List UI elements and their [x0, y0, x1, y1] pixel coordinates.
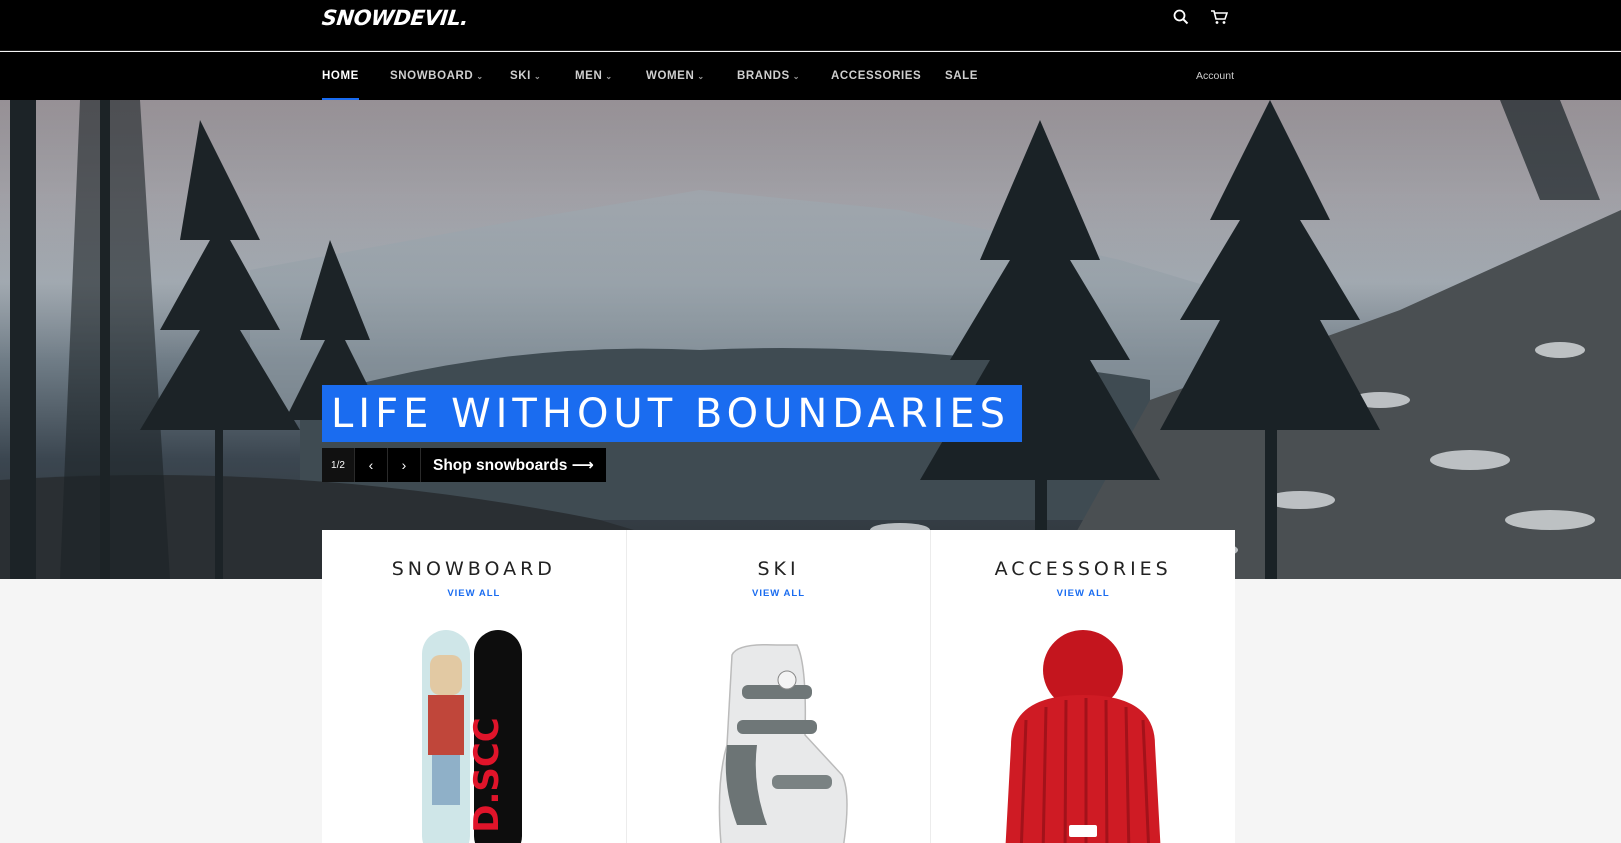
collection-card-accessories[interactable]: ACCESSORIES VIEW ALL	[931, 530, 1235, 843]
snowboard-image: D.SCC	[422, 630, 522, 843]
nav-label: ACCESSORIES	[831, 70, 922, 82]
nav-item-men[interactable]: MEN ⌄	[575, 52, 613, 100]
nav-label: SALE	[945, 70, 979, 82]
hero-background-image	[0, 100, 1621, 579]
view-all-link[interactable]: VIEW ALL	[1057, 588, 1110, 599]
hero-slideshow: LIFE WITHOUT BOUNDARIES 1/2 ‹ › Shop sno…	[0, 100, 1621, 579]
nav-item-sale[interactable]: SALE	[945, 52, 978, 100]
chevron-down-icon: ⌄	[476, 71, 484, 81]
chevron-down-icon: ⌄	[533, 71, 542, 81]
view-all-link[interactable]: VIEW ALL	[447, 588, 500, 599]
chevron-left-icon: ‹	[368, 457, 374, 473]
ski-boot-image	[718, 643, 848, 843]
hero-title: LIFE WITHOUT BOUNDARIES	[322, 385, 1022, 442]
nav-item-ski[interactable]: SKI ⌄	[510, 52, 541, 100]
nav-label: BRANDS	[737, 70, 790, 82]
beanie-image	[1005, 630, 1161, 843]
nav-item-women[interactable]: WOMEN ⌄	[646, 52, 705, 100]
main-nav: HOME SNOWBOARD ⌄ SKI ⌄ MEN ⌄ WOMEN ⌄ BRANDS ⌄…	[0, 52, 1621, 100]
svg-text:D.SCC: D.SCC	[467, 717, 507, 833]
nav-item-brands[interactable]: BRANDS ⌄	[737, 52, 800, 100]
top-header: SNOWDEVIL.	[0, 0, 1621, 51]
nav-label: SNOWBOARD	[390, 70, 474, 82]
chevron-down-icon: ⌄	[792, 71, 801, 81]
collection-title: SNOWBOARD	[391, 558, 556, 580]
slideshow-controls: 1/2 ‹ › Shop snowboards ⟶	[322, 448, 606, 482]
header-icons	[1170, 6, 1230, 28]
nav-label: HOME	[322, 70, 359, 82]
view-all-link[interactable]: VIEW ALL	[752, 588, 805, 599]
slide-counter: 1/2	[322, 448, 354, 482]
chevron-down-icon: ⌄	[605, 71, 613, 81]
nav-item-snowboard[interactable]: SNOWBOARD ⌄	[390, 52, 484, 100]
collection-title: SKI	[757, 558, 800, 580]
prev-slide-button[interactable]: ‹	[354, 448, 387, 482]
account-link[interactable]: Account	[1196, 52, 1234, 100]
nav-label: WOMEN	[646, 70, 695, 82]
nav-item-home[interactable]: HOME	[322, 52, 359, 100]
collection-title: ACCESSORIES	[994, 558, 1172, 580]
site-logo[interactable]: SNOWDEVIL.	[321, 6, 469, 30]
collection-grid: SNOWBOARD VIEW ALL D.SCC SKI VIEW ALL AC…	[322, 530, 1235, 843]
nav-label: SKI	[510, 70, 531, 82]
collection-card-snowboard[interactable]: SNOWBOARD VIEW ALL D.SCC	[322, 530, 627, 843]
shop-snowboards-button[interactable]: Shop snowboards ⟶	[420, 448, 606, 482]
chevron-right-icon: ›	[401, 457, 407, 473]
nav-label: MEN	[575, 70, 603, 82]
cart-icon[interactable]	[1208, 6, 1230, 28]
next-slide-button[interactable]: ›	[387, 448, 420, 482]
chevron-down-icon: ⌄	[697, 71, 705, 81]
nav-item-accessories[interactable]: ACCESSORIES	[831, 52, 921, 100]
collection-card-ski[interactable]: SKI VIEW ALL	[627, 530, 932, 843]
search-icon[interactable]	[1170, 6, 1192, 28]
